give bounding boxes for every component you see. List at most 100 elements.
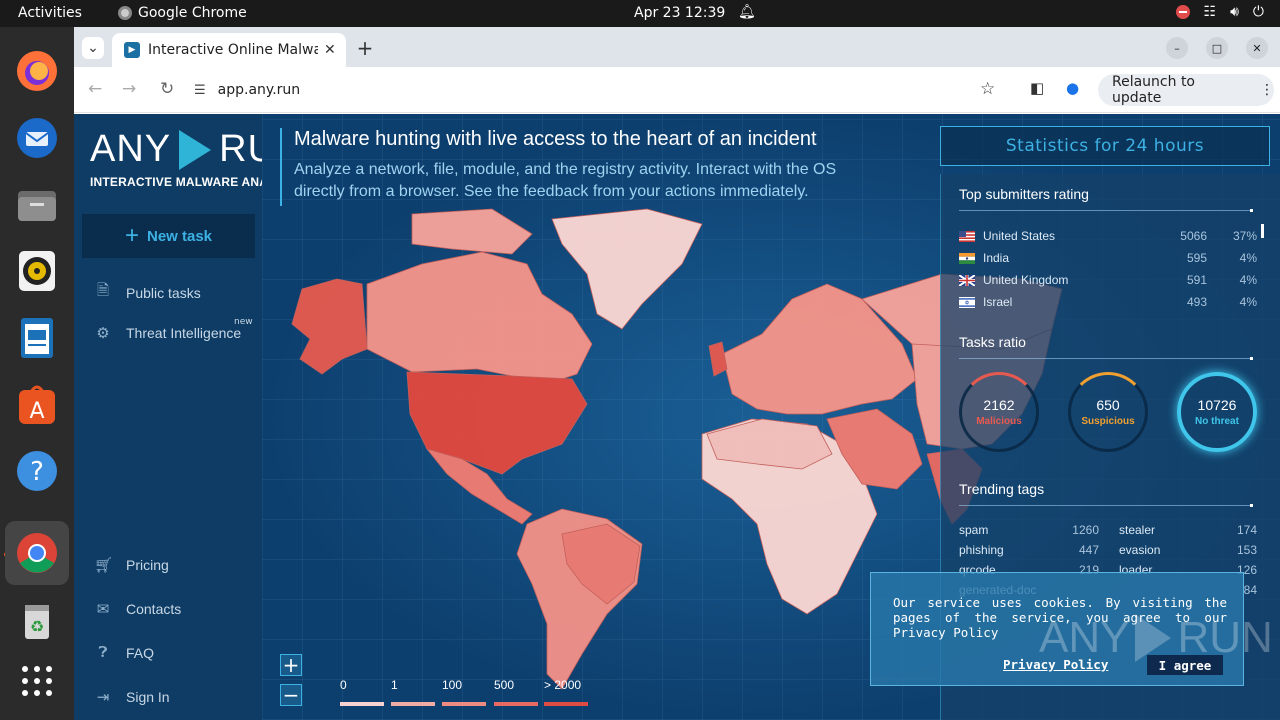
forward-icon[interactable]: → [122,79,136,99]
tag-name[interactable]: stealer [1099,523,1199,537]
gear-icon: ⚙ [96,325,110,342]
anyrun-page: ANY RUN INTERACTIVE MALWARE ANALYSIS + N… [74,114,1280,720]
relaunch-label: Relaunch to update [1112,74,1196,106]
close-window-button[interactable]: ✕ [1246,37,1268,59]
map-region-arctic-islands [411,208,533,255]
browser-window: ⌄ ▶ Interactive Online Malware ✕ + – □ ✕… [74,27,1280,720]
cart-icon: 🛒︎ [94,557,114,574]
submitters-title: Top submitters rating [959,186,1089,202]
ratio-value: 650 [1096,397,1120,413]
help-icon[interactable]: ? [13,447,61,495]
reload-icon[interactable]: ↻ [160,79,174,99]
legend-swatch [494,702,538,706]
sidebar-item-pricing[interactable]: 🛒︎ Pricing [94,556,169,574]
tag-name[interactable]: phishing [959,543,1043,557]
ratio-no-threat[interactable]: 10726 No threat [1177,372,1257,452]
headline-block: Malware hunting with live access to the … [280,128,854,206]
power-icon: ⏻ [1252,4,1264,20]
maximize-button[interactable]: □ [1206,37,1228,59]
browser-toolbar: ← → ↻ ☰ app.any.run ☆ ◧ ● Relaunch to up… [74,67,1280,113]
ratio-label: Suspicious [1081,416,1135,427]
stats-title: Statistics for 24 hours [940,126,1270,166]
privacy-policy-link[interactable]: Privacy Policy [1003,657,1108,672]
firefox-icon[interactable] [13,47,61,95]
tag-row: spam 1260 stealer 174 [959,520,1257,540]
legend-swatch [442,702,486,706]
trending-tags-title: Trending tags [959,481,1045,497]
tag-count: 153 [1236,543,1257,557]
sign-in-icon: ⇥ [96,689,110,706]
do-not-disturb-icon [1175,5,1190,19]
dock: A ? ♻ [0,27,74,720]
system-tray[interactable]: ☷ 🔊︎ ⏻ [1175,4,1264,20]
svg-text:?: ? [30,457,44,487]
rhythmbox-icon[interactable] [13,247,61,295]
map-region-middle-east [826,408,923,490]
map-region-africa [701,418,878,615]
ratio-malicious[interactable]: 2162 Malicious [959,372,1039,452]
ratio-suspicious[interactable]: 650 Suspicious [1068,372,1148,452]
show-apps-icon[interactable] [13,657,61,705]
submission-count: 591 [1186,273,1207,287]
submission-count: 493 [1186,295,1207,309]
thunderbird-icon[interactable] [13,114,61,162]
agree-button[interactable]: I agree [1147,655,1223,675]
writer-icon[interactable] [13,314,61,362]
sidebar-item-label: Threat Intelligence [126,325,242,341]
new-task-button[interactable]: + New task [82,214,255,258]
sidebar-item-threat-intelligence[interactable]: ⚙ Threat Intelligence [94,324,241,342]
tag-name[interactable]: evasion [1099,543,1199,557]
tag-count: 174 [1236,523,1257,537]
submitter-row: Israel 493 4% [959,292,1257,312]
new-tab-button[interactable]: + [354,36,376,60]
divider [959,504,1253,507]
chrome-icon [118,6,132,20]
side-panel-icon[interactable]: ◧ [1030,79,1044,97]
document-icon: 🗎︎ [96,282,110,299]
sidebar-item-faq[interactable]: ❓︎ FAQ [94,644,154,661]
profile-avatar-icon[interactable]: ● [1066,79,1079,97]
site-info-icon[interactable]: ☰ [194,83,206,98]
legend-swatch [544,702,588,706]
tag-count: 1260 [1072,523,1099,537]
relaunch-to-update-button[interactable]: Relaunch to update ⋮ [1098,74,1274,106]
sidebar-item-label: Pricing [126,557,169,573]
submission-percent: 4% [1239,251,1257,265]
submission-count: 595 [1186,251,1207,265]
tab-search-button[interactable]: ⌄ [82,37,104,59]
map-region-alaska [291,278,368,375]
sidebar-item-sign-in[interactable]: ⇥ Sign In [94,688,170,706]
activities-button[interactable]: Activities [18,5,82,21]
zoom-out-button[interactable]: − [280,684,302,706]
tag-row: phishing 447 evasion 153 [959,540,1257,560]
plus-icon: + [124,222,139,249]
sidebar: ANY RUN INTERACTIVE MALWARE ANALYSIS + N… [74,114,303,720]
sidebar-item-label: FAQ [126,644,155,661]
back-icon[interactable]: ← [88,79,102,99]
app-name: Google Chrome [138,5,247,21]
app-menu[interactable]: Google Chrome [118,5,247,21]
files-icon[interactable] [13,181,61,229]
address-bar[interactable]: ☰ app.any.run [194,75,994,105]
sidebar-item-contacts[interactable]: ✉ Contacts [94,600,182,618]
chrome-icon[interactable] [5,521,69,585]
bookmark-star-icon[interactable]: ☆ [980,79,995,99]
legend-label: 0 [340,678,347,692]
zoom-in-button[interactable]: + [280,654,302,676]
close-tab-icon[interactable]: ✕ [324,42,336,58]
divider [959,209,1253,212]
clock[interactable]: Apr 23 12:39 [634,5,725,21]
scrollbar[interactable] [1261,224,1264,238]
new-task-label: New task [146,227,213,245]
cookie-banner: ANY RUN Our service uses cookies. By vis… [870,572,1273,686]
app-center-icon[interactable]: A [13,380,61,428]
minimize-button[interactable]: – [1166,37,1188,59]
tab-active[interactable]: ▶ Interactive Online Malware ✕ [112,33,346,67]
map-region-usa [406,371,588,475]
sidebar-item-public-tasks[interactable]: 🗎︎ Public tasks [94,280,201,305]
map-region-brazil [561,523,641,605]
menu-kebab-icon: ⋮ [1260,82,1274,98]
tag-name[interactable]: spam [959,523,1043,537]
svg-text:♻: ♻ [30,617,44,636]
trash-icon[interactable]: ♻ [13,597,61,645]
